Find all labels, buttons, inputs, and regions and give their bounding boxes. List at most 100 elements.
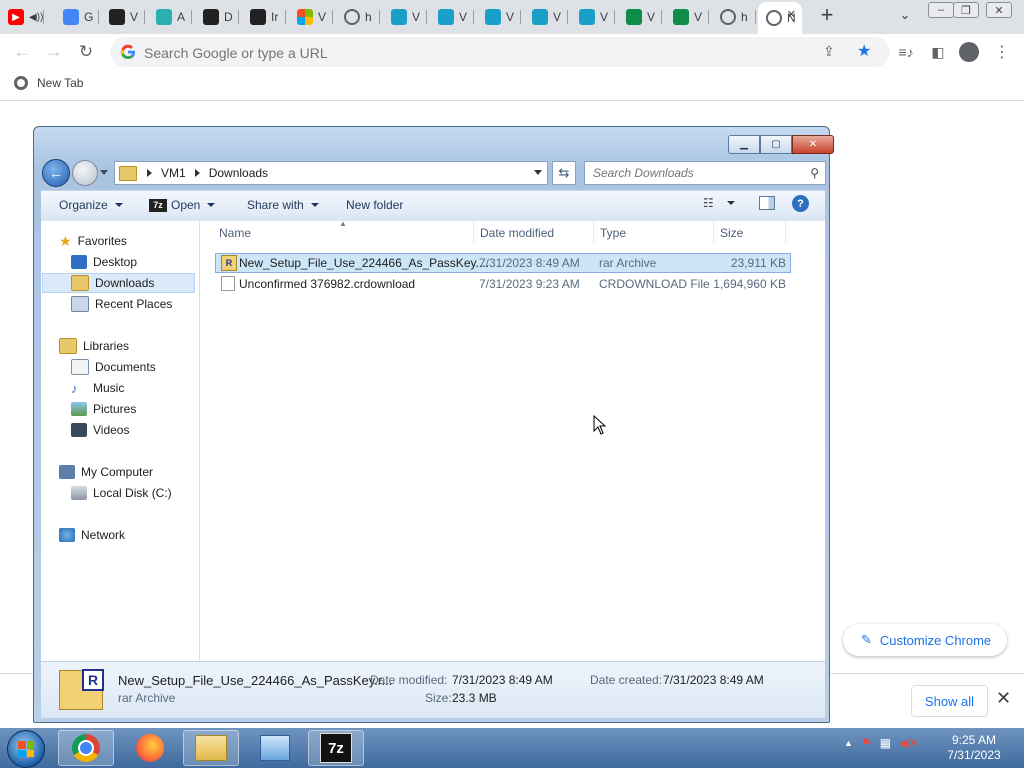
browser-tab[interactable]: V [524, 4, 568, 30]
browser-tab[interactable]: V [477, 4, 521, 30]
breadcrumb-downloads[interactable]: Downloads [209, 166, 268, 180]
column-size[interactable]: Size [720, 226, 743, 240]
organize-button[interactable]: Organize [59, 198, 123, 212]
explorer-forward-button[interactable] [72, 160, 98, 186]
browser-tab[interactable]: A [148, 4, 192, 30]
share-with-button[interactable]: Share with [247, 198, 319, 212]
nav-videos[interactable]: Videos [71, 420, 129, 440]
view-dropdown-icon[interactable] [726, 201, 735, 205]
clock[interactable]: 9:25 AM 7/31/2023 [934, 733, 1014, 763]
customize-chrome-button[interactable]: ✎ Customize Chrome [843, 624, 1007, 656]
share-icon[interactable]: ⇪ [823, 43, 835, 60]
rar-archive-icon: R [59, 669, 104, 710]
change-view-icon[interactable]: ☷ [703, 196, 714, 210]
forward-button[interactable]: → [43, 41, 65, 63]
nav-local-disk[interactable]: Local Disk (C:) [71, 483, 172, 503]
tab-title: V [647, 10, 656, 24]
explorer-minimize-button[interactable]: ▁ [728, 135, 760, 154]
omnibox-input[interactable] [142, 37, 806, 69]
nav-my-computer[interactable]: My Computer [59, 462, 153, 482]
explorer-close-button[interactable]: ✕ [792, 135, 834, 154]
browser-tab[interactable]: h [336, 4, 380, 30]
taskbar-chrome[interactable] [58, 730, 114, 766]
bookmark-star-icon[interactable]: ★ [857, 41, 871, 61]
close-download-bar-button[interactable]: ✕ [996, 688, 1011, 709]
nav-favorites[interactable]: ★ Favorites [59, 231, 127, 251]
browser-tab[interactable]: V [383, 4, 427, 30]
chrome-toolbar: ← → ↻ ⇪ ★ ≡♪ ◧ ⋮ [0, 34, 1024, 70]
profile-avatar-icon[interactable] [958, 41, 980, 63]
search-downloads-input[interactable] [585, 162, 795, 184]
search-icon[interactable]: ⚲ [810, 166, 819, 180]
file-row[interactable]: Unconfirmed 376982.crdownload 7/31/2023 … [215, 274, 791, 294]
browser-tab[interactable]: V [571, 4, 615, 30]
close-tab-icon[interactable]: ✕ [787, 8, 796, 21]
start-button[interactable] [7, 730, 45, 768]
nav-desktop[interactable]: Desktop [71, 252, 137, 272]
nav-pictures[interactable]: Pictures [71, 399, 136, 419]
restore-button[interactable]: ❐ [953, 2, 979, 18]
chrome-menu-icon[interactable]: ⋮ [991, 41, 1013, 63]
nav-music[interactable]: ♪ Music [71, 378, 124, 398]
column-type[interactable]: Type [600, 226, 626, 240]
browser-tab[interactable]: V [665, 4, 709, 30]
preview-pane-icon[interactable] [758, 196, 775, 210]
new-tab-button[interactable]: + [812, 2, 842, 28]
media-controls-icon[interactable]: ≡♪ [895, 41, 917, 63]
search-box[interactable]: ⚲ [584, 161, 826, 185]
open-button[interactable]: 7z Open [149, 198, 216, 212]
show-hidden-icons-icon[interactable]: ▲ [844, 738, 853, 748]
browser-tab[interactable]: h [712, 4, 756, 30]
nav-recent-places[interactable]: Recent Places [71, 294, 172, 314]
back-button[interactable]: ← [11, 41, 33, 63]
browser-tab[interactable]: V [289, 4, 333, 30]
browser-tab[interactable]: N ✕ [758, 2, 802, 34]
breadcrumb-arrow-icon[interactable] [194, 169, 200, 177]
file-row[interactable]: R New_Setup_File_Use_224466_As_PassKey..… [215, 253, 791, 273]
taskbar-7zip[interactable]: 7z [308, 730, 364, 766]
side-panel-icon[interactable]: ◧ [927, 41, 949, 63]
app-icon [156, 9, 172, 25]
size-label: Size: [425, 691, 452, 705]
recent-pages-chevron-icon[interactable] [100, 170, 108, 175]
volume-muted-icon[interactable]: ◀✕ [899, 736, 918, 750]
refresh-icon[interactable]: ⇆ [552, 161, 576, 185]
nav-libraries[interactable]: Libraries [59, 336, 129, 356]
help-icon[interactable]: ? [792, 195, 809, 212]
bookmark-new-tab[interactable]: New Tab [14, 76, 83, 90]
browser-tab[interactable]: V [101, 4, 145, 30]
site-icon [438, 9, 454, 25]
file-size: 1,694,960 KB [713, 277, 786, 291]
site-icon [203, 9, 219, 25]
column-name[interactable]: Name [219, 226, 251, 240]
address-bar[interactable]: VM1 Downloads [114, 161, 548, 185]
action-center-icon[interactable]: ⚑ [861, 736, 872, 750]
tab-youtube[interactable]: ▶ ◀)) [0, 4, 44, 30]
browser-tab[interactable]: V [618, 4, 662, 30]
column-date-modified[interactable]: Date modified [480, 226, 554, 240]
network-status-icon[interactable]: ▦ [880, 736, 891, 750]
breadcrumb-vm1[interactable]: VM1 [161, 166, 186, 180]
explorer-back-button[interactable]: ← [42, 159, 70, 187]
taskbar-control-panel[interactable] [247, 730, 303, 766]
breadcrumb-arrow-icon[interactable] [147, 169, 152, 177]
explorer-maximize-button[interactable]: ▢ [760, 135, 792, 154]
minimize-button[interactable]: – [928, 2, 954, 18]
close-window-button[interactable]: ✕ [986, 2, 1012, 18]
address-dropdown-icon[interactable] [534, 170, 542, 175]
nav-downloads[interactable]: Downloads [42, 273, 195, 293]
taskbar-firefox[interactable] [122, 730, 178, 766]
reload-button[interactable]: ↻ [75, 41, 97, 63]
show-all-downloads-button[interactable]: Show all [911, 685, 988, 717]
browser-tab[interactable]: V [430, 4, 474, 30]
nav-documents[interactable]: Documents [71, 357, 156, 377]
taskbar-explorer[interactable] [183, 730, 239, 766]
nav-network[interactable]: Network [59, 525, 125, 545]
browser-tab[interactable]: Ir [242, 4, 286, 30]
omnibox[interactable]: ⇪ ★ [110, 37, 890, 69]
new-folder-button[interactable]: New folder [346, 198, 403, 212]
browser-tab[interactable]: D [195, 4, 239, 30]
speaker-icon[interactable]: ◀)) [29, 12, 43, 23]
tab-search-chevron-icon[interactable]: ⌄ [890, 2, 920, 28]
browser-tab[interactable]: G [55, 4, 99, 30]
